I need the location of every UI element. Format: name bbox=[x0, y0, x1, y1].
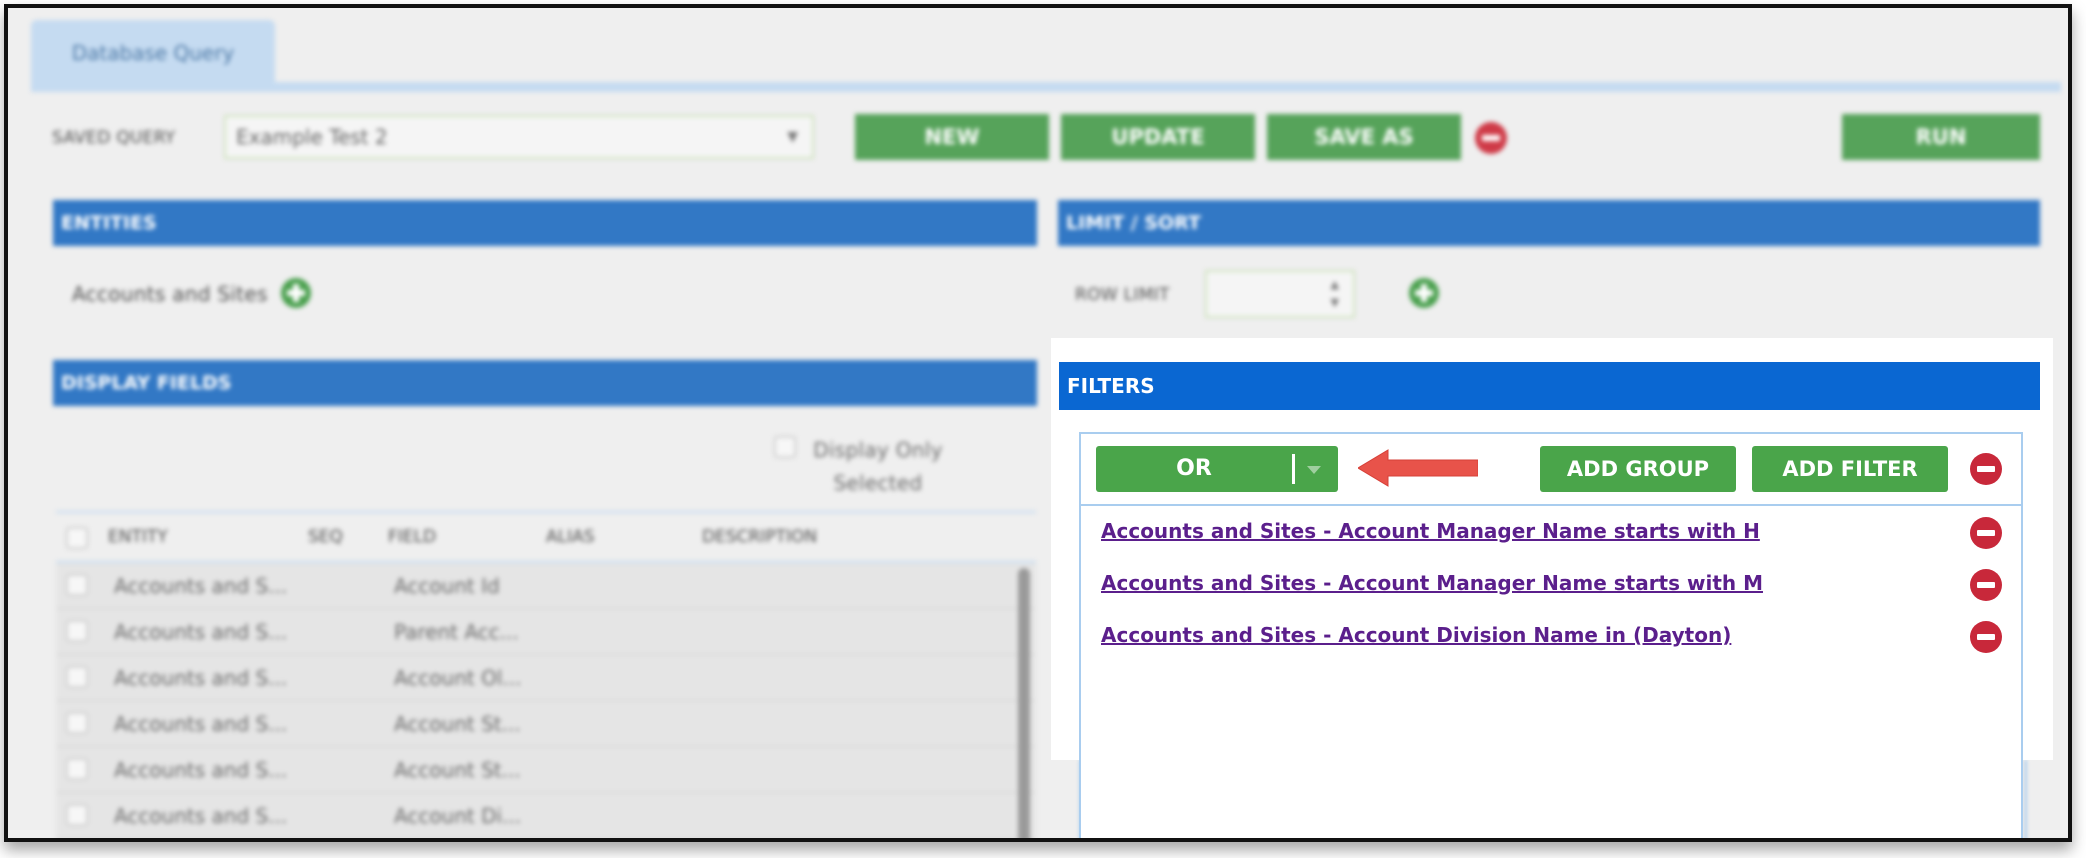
table-row[interactable]: Accounts and S... Account Id bbox=[56, 563, 1036, 609]
row-checkbox[interactable] bbox=[66, 620, 88, 642]
run-button[interactable]: RUN bbox=[1842, 114, 2040, 160]
entity-item: Accounts and Sites bbox=[72, 282, 268, 306]
select-all-checkbox[interactable] bbox=[66, 527, 88, 549]
row-checkbox[interactable] bbox=[66, 804, 88, 826]
filter-item-link[interactable]: Accounts and Sites - Account Manager Nam… bbox=[1101, 519, 1760, 543]
filters-group-box: OR ADD GROUP ADD FILTER Accounts and Sit… bbox=[1079, 432, 2023, 838]
filters-toolbar: OR ADD GROUP ADD FILTER bbox=[1081, 434, 2021, 506]
table-scrollbar[interactable] bbox=[1018, 568, 1030, 838]
filters-panel: FILTERS OR ADD GROUP ADD FILTER Accounts… bbox=[1051, 338, 2053, 838]
entities-header: ENTITIES bbox=[53, 200, 1037, 246]
tab-underline bbox=[31, 82, 2061, 92]
app-window: Database Query SAVED QUERY Example Test … bbox=[4, 4, 2072, 842]
cell-field: Account St... bbox=[394, 758, 521, 782]
display-fields-table-header: ENTITY SEQ FIELD ALIAS DESCRIPTION bbox=[56, 511, 1036, 563]
filters-header: FILTERS bbox=[1059, 362, 2040, 410]
table-row[interactable]: Accounts and S... Account Di... bbox=[56, 793, 1036, 838]
column-header-alias[interactable]: ALIAS bbox=[546, 527, 595, 547]
filter-item-link[interactable]: Accounts and Sites - Account Division Na… bbox=[1101, 623, 1731, 647]
table-row[interactable]: Accounts and S... Account Ol... bbox=[56, 655, 1036, 701]
save-as-button[interactable]: SAVE AS bbox=[1267, 114, 1461, 160]
cell-entity: Accounts and S... bbox=[114, 804, 288, 828]
add-entity-icon[interactable] bbox=[281, 278, 311, 308]
limit-sort-header: LIMIT / SORT bbox=[1058, 200, 2040, 246]
cell-entity: Accounts and S... bbox=[114, 620, 288, 644]
row-limit-stepper[interactable]: ▲ ▼ bbox=[1205, 270, 1355, 318]
stepper-down-icon[interactable]: ▼ bbox=[1331, 296, 1339, 309]
cell-entity: Accounts and S... bbox=[114, 758, 288, 782]
add-group-button[interactable]: ADD GROUP bbox=[1540, 446, 1736, 492]
add-sort-icon[interactable] bbox=[1409, 278, 1439, 308]
row-checkbox[interactable] bbox=[66, 758, 88, 780]
operator-select[interactable]: OR bbox=[1096, 446, 1338, 492]
row-checkbox[interactable] bbox=[66, 574, 88, 596]
cell-entity: Accounts and S... bbox=[114, 574, 288, 598]
stepper-up-icon[interactable]: ▲ bbox=[1331, 278, 1339, 291]
saved-query-select[interactable]: Example Test 2 ▼ bbox=[224, 115, 814, 159]
column-header-entity[interactable]: ENTITY bbox=[108, 527, 168, 547]
new-button[interactable]: NEW bbox=[855, 114, 1049, 160]
table-row[interactable]: Accounts and S... Account St... bbox=[56, 701, 1036, 747]
operator-divider bbox=[1292, 454, 1295, 484]
callout-arrow-icon bbox=[1358, 449, 1478, 487]
remove-group-icon[interactable] bbox=[1970, 453, 2002, 485]
cell-entity: Accounts and S... bbox=[114, 712, 288, 736]
column-header-seq[interactable]: SEQ bbox=[308, 527, 343, 547]
operator-value: OR bbox=[1176, 456, 1212, 481]
table-row[interactable]: Accounts and S... Account St... bbox=[56, 747, 1036, 793]
cell-field: Account Di... bbox=[394, 804, 522, 828]
add-filter-button[interactable]: ADD FILTER bbox=[1752, 446, 1948, 492]
cell-entity: Accounts and S... bbox=[114, 666, 288, 690]
remove-filter-icon[interactable] bbox=[1970, 517, 2002, 549]
saved-query-value: Example Test 2 bbox=[236, 125, 388, 149]
cell-field: Account Id bbox=[394, 574, 500, 598]
display-fields-table: Accounts and S... Account Id Accounts an… bbox=[56, 561, 1036, 838]
cell-field: Account Ol... bbox=[394, 666, 522, 690]
display-only-selected-label: Display Only Selected bbox=[813, 438, 943, 495]
saved-query-label: SAVED QUERY bbox=[52, 128, 176, 148]
delete-query-icon[interactable] bbox=[1475, 122, 1507, 154]
table-row[interactable]: Accounts and S... Parent Acc... bbox=[56, 609, 1036, 655]
remove-filter-icon[interactable] bbox=[1970, 569, 2002, 601]
update-button[interactable]: UPDATE bbox=[1061, 114, 1255, 160]
row-checkbox[interactable] bbox=[66, 712, 88, 734]
cell-field: Account St... bbox=[394, 712, 521, 736]
column-header-description[interactable]: DESCRIPTION bbox=[702, 527, 817, 547]
remove-filter-icon[interactable] bbox=[1970, 621, 2002, 653]
row-checkbox[interactable] bbox=[66, 666, 88, 688]
display-only-selected-checkbox[interactable] bbox=[774, 436, 796, 458]
column-header-field[interactable]: FIELD bbox=[388, 527, 436, 547]
cell-field: Parent Acc... bbox=[394, 620, 519, 644]
display-fields-header: DISPLAY FIELDS bbox=[53, 360, 1037, 406]
filter-item-link[interactable]: Accounts and Sites - Account Manager Nam… bbox=[1101, 571, 1763, 595]
tab-database-query[interactable]: Database Query bbox=[31, 20, 275, 86]
chevron-down-icon: ▼ bbox=[787, 129, 798, 145]
row-limit-label: ROW LIMIT bbox=[1075, 285, 1170, 305]
chevron-down-icon[interactable] bbox=[1307, 466, 1321, 474]
